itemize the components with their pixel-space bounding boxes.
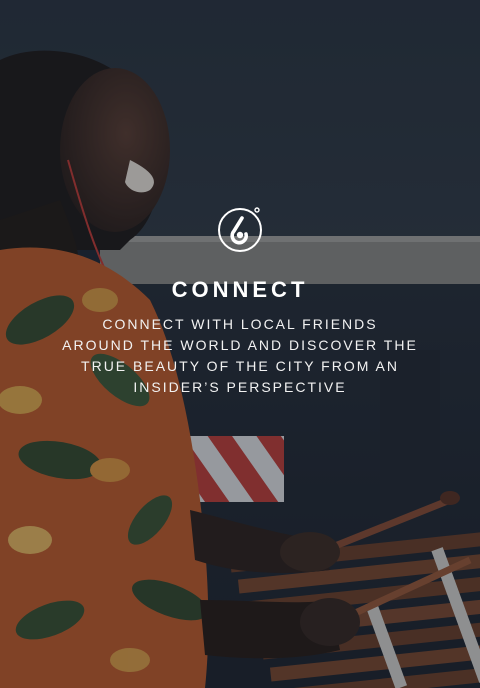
description-line: AROUND THE WORLD AND DISCOVER THE — [62, 337, 418, 353]
onboarding-description: CONNECT WITH LOCAL FRIENDS AROUND THE WO… — [50, 314, 430, 398]
onboarding-title: CONNECT — [171, 277, 309, 302]
onboarding-screen: CONNECT CONNECT WITH LOCAL FRIENDS AROUN… — [0, 0, 480, 688]
description-line: CONNECT WITH LOCAL FRIENDS — [102, 316, 378, 332]
onboarding-content: CONNECT CONNECT WITH LOCAL FRIENDS AROUN… — [0, 206, 480, 398]
six-degrees-icon — [218, 207, 262, 252]
description-line: INSIDER’S PERSPECTIVE — [133, 379, 347, 395]
description-line: TRUE BEAUTY OF THE CITY FROM AN — [81, 358, 399, 374]
